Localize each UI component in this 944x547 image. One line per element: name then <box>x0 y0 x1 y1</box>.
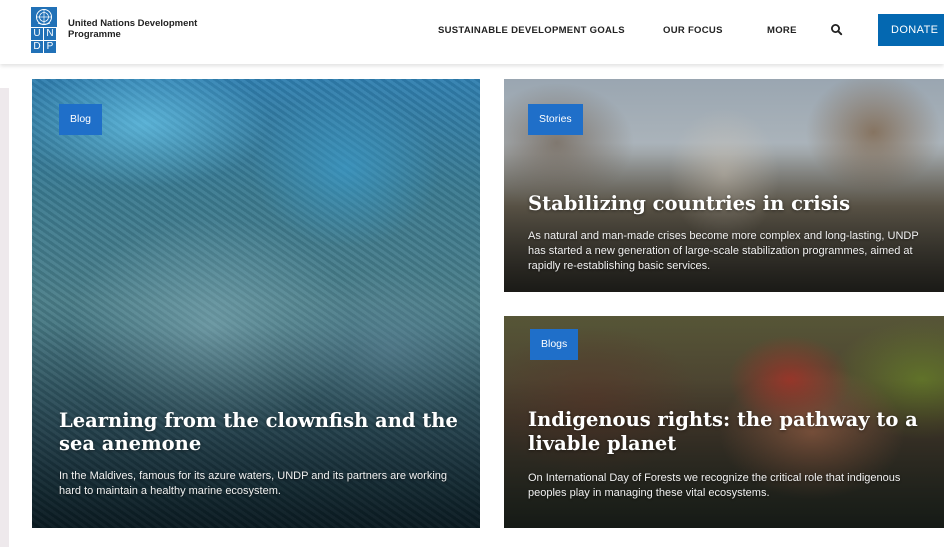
undp-logo[interactable]: U N D P <box>31 7 57 54</box>
image-overlay <box>32 79 480 528</box>
left-edge-strip <box>0 88 9 547</box>
logo-letter: N <box>44 28 56 40</box>
logo-letter: D <box>31 41 43 53</box>
story-card-stabilizing[interactable]: Stories Stabilizing countries in crisis … <box>504 79 944 292</box>
logo-letter: P <box>44 41 56 53</box>
card-description: On International Day of Forests we recog… <box>528 472 901 499</box>
logo-letter: U <box>31 28 43 40</box>
category-tag[interactable]: Stories <box>528 104 583 135</box>
story-card-indigenous-rights[interactable]: Blogs Indigenous rights: the pathway to … <box>504 316 944 528</box>
card-title[interactable]: Indigenous rights: the pathway to a liva… <box>528 408 928 456</box>
brand-line-1: United Nations Development <box>68 18 198 29</box>
brand-line-2: Programme <box>68 28 121 40</box>
nav-more[interactable]: MORE <box>767 25 797 36</box>
category-tag[interactable]: Blog <box>59 104 103 135</box>
undp-letters: U N D P <box>31 28 57 54</box>
site-header: U N D P United Nations Development Progr… <box>0 0 944 64</box>
donate-button[interactable]: DONATE <box>878 14 944 46</box>
search-icon[interactable] <box>829 22 845 38</box>
nav-our-focus[interactable]: OUR FOCUS <box>663 25 723 36</box>
category-tag[interactable]: Blogs <box>530 329 579 360</box>
un-emblem-icon <box>31 7 57 27</box>
nav-sustainable-development-goals[interactable]: SUSTAINABLE DEVELOPMENT GOALS <box>438 25 625 36</box>
story-card-clownfish[interactable]: Blog Learning from the clownfish and the… <box>32 79 480 528</box>
card-title[interactable]: Learning from the clownfish and the sea … <box>59 409 459 455</box>
card-description: In the Maldives, famous for its azure wa… <box>59 470 448 497</box>
brand-name[interactable]: United Nations Development Programme <box>68 18 218 40</box>
card-description: As natural and man-made crises become mo… <box>528 230 919 272</box>
card-title[interactable]: Stabilizing countries in crisis <box>528 192 928 216</box>
